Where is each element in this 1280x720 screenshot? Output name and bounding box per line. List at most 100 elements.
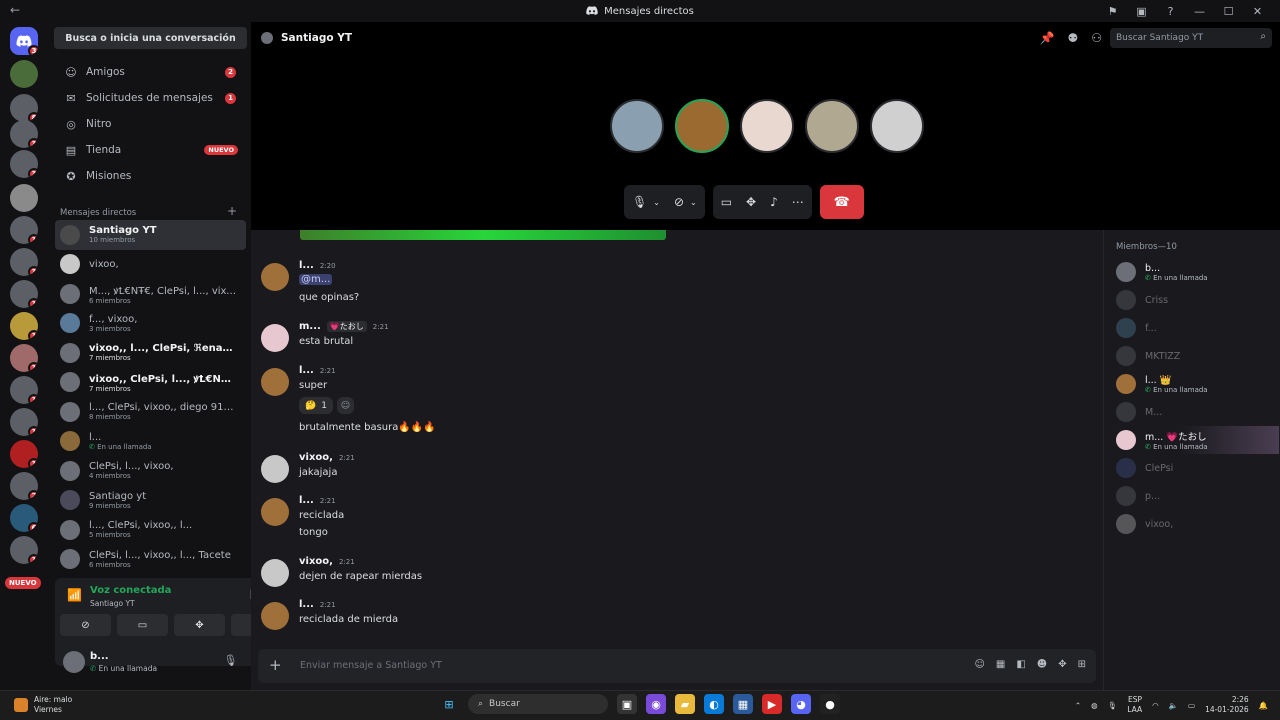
server-icon[interactable]: 1	[10, 216, 38, 244]
add-dm-icon[interactable]: +	[227, 204, 237, 218]
dm-item[interactable]: ClePsi, l..., vixoo,, l..., Tacete 6 miem…	[55, 545, 246, 575]
store-icon[interactable]: ▦	[733, 694, 753, 714]
participant-avatar[interactable]	[675, 99, 729, 153]
message-author[interactable]: vixoo,	[299, 452, 333, 463]
member-item[interactable]: Criss	[1116, 286, 1279, 314]
microphone-icon[interactable]: 🎙	[1108, 701, 1118, 710]
chevron-down-icon[interactable]: ⌄	[653, 198, 660, 207]
gift-icon[interactable]: ☺	[974, 659, 984, 670]
member-item[interactable]: l... 👑 ✆ En una llamada	[1116, 370, 1279, 398]
nav-message-requests[interactable]: ✉ Solicitudes de mensajes 1	[55, 85, 246, 111]
dm-item[interactable]: Santiago YT 10 miembros	[55, 220, 246, 250]
avatar[interactable]	[261, 498, 289, 526]
user-mention[interactable]: @m...	[299, 274, 333, 285]
avatar[interactable]	[261, 602, 289, 630]
server-icon[interactable]: 1	[10, 408, 38, 436]
edge-icon[interactable]: ◐	[704, 694, 724, 714]
member-item[interactable]: vixoo,	[1116, 510, 1279, 538]
back-arrow-icon[interactable]: ←	[10, 3, 20, 17]
nav-friends[interactable]: ☺ Amigos 2	[55, 59, 246, 85]
participant-avatar[interactable]	[610, 99, 664, 153]
microphone-icon[interactable]: 🎙	[632, 195, 647, 209]
clock-time[interactable]: 2:26	[1205, 695, 1249, 705]
message-author[interactable]: vixoo,	[299, 556, 333, 567]
chevron-down-icon[interactable]: ⌄	[690, 198, 697, 207]
member-item[interactable]: f...	[1116, 314, 1279, 342]
present-icon[interactable]: ⊞	[1078, 659, 1086, 670]
help-icon[interactable]: ?	[1156, 2, 1185, 20]
server-icon[interactable]: 2	[10, 472, 38, 500]
notification-bell-icon[interactable]: 🔔	[1259, 701, 1268, 710]
avatar[interactable]	[261, 324, 289, 352]
file-explorer-icon[interactable]: ▰	[675, 694, 695, 714]
voice-channel[interactable]: Santiago YT	[90, 599, 135, 608]
add-attachment-icon[interactable]: +	[269, 656, 282, 674]
member-item[interactable]: m... 💗たおし ✆ En una llamada	[1116, 426, 1279, 454]
server-icon[interactable]: 1	[10, 536, 38, 564]
add-reaction-icon[interactable]: ☺	[336, 397, 354, 414]
member-item[interactable]: M...	[1116, 398, 1279, 426]
dm-item[interactable]: vixoo,, l..., ClePsi, ℜenato, MK...7 mie…	[55, 338, 246, 368]
activities-icon[interactable]: ✥	[746, 195, 756, 209]
wifi-icon[interactable]: ◠	[1152, 701, 1159, 710]
message-author[interactable]: l...	[299, 599, 314, 610]
avatar[interactable]	[261, 368, 289, 396]
more-options-icon[interactable]: ⋯	[792, 195, 804, 209]
participant-avatar[interactable]	[805, 99, 859, 153]
nav-shop[interactable]: ▤ Tienda NUEVO	[55, 137, 246, 163]
conversation-search-button[interactable]: Busca o inicia una conversación	[54, 27, 247, 49]
sticker-icon[interactable]: ◧	[1016, 659, 1025, 670]
member-item[interactable]: b... ✆ En una llamada	[1116, 258, 1279, 286]
screen-share-icon[interactable]: ▭	[721, 195, 732, 209]
pin-icon[interactable]: 📌	[1040, 31, 1055, 45]
message-composer[interactable]: + Enviar mensaje a Santiago YT ☺ ▦ ◧ ☻ ✥…	[258, 649, 1096, 683]
inbox-icon[interactable]: ▣	[1127, 2, 1156, 20]
apps-icon[interactable]: ✥	[1058, 659, 1066, 670]
server-icon[interactable]: 3	[10, 150, 38, 178]
maximize-button[interactable]: ☐	[1214, 2, 1243, 20]
participant-avatar[interactable]	[870, 99, 924, 153]
members-list-icon[interactable]: ⚇	[1091, 31, 1102, 45]
language-indicator[interactable]: ESP	[1127, 695, 1142, 705]
avatar[interactable]	[63, 651, 85, 673]
screen-share-button[interactable]: ▭	[117, 614, 168, 636]
app-icon[interactable]: ●	[820, 694, 840, 714]
server-icon[interactable]: 1	[10, 344, 38, 372]
discord-home-button[interactable]: 3	[10, 27, 38, 55]
avatar[interactable]	[261, 455, 289, 483]
flag-icon[interactable]: ⚑	[1098, 2, 1127, 20]
weather-widget[interactable]: Aire: malo Viernes	[14, 695, 72, 715]
windows-start-icon[interactable]: ⊞	[439, 694, 459, 714]
server-icon[interactable]	[10, 184, 38, 212]
server-icon[interactable]: 8	[10, 94, 38, 122]
message-author[interactable]: l...	[299, 260, 314, 271]
message-author[interactable]: l...	[299, 365, 314, 376]
media-icon[interactable]: ▶	[762, 694, 782, 714]
server-icon[interactable]: 6	[10, 504, 38, 532]
attached-image[interactable]	[300, 230, 666, 240]
dm-item[interactable]: l..., ClePsi, vixoo,, l... 5 miembros	[55, 515, 246, 545]
dm-item[interactable]: ClePsi, l..., vixoo, 4 miembros	[55, 456, 246, 486]
dm-item[interactable]: l..., ClePsi, vixoo,, diego 91o10, ...8 …	[55, 397, 246, 427]
soundboard-icon[interactable]: ♪	[770, 195, 778, 209]
microphone-icon[interactable]: 🎙	[223, 654, 237, 667]
message-author[interactable]: m...	[299, 321, 321, 332]
activities-button[interactable]: ✥	[174, 614, 225, 636]
server-icon[interactable]	[10, 60, 38, 88]
camera-off-icon[interactable]: ⊘	[674, 195, 684, 209]
avatar[interactable]	[261, 559, 289, 587]
end-call-button[interactable]: ☎	[819, 185, 864, 219]
tray-app-icon[interactable]: ◍	[1091, 701, 1098, 710]
server-icon[interactable]: 1	[10, 312, 38, 340]
member-item[interactable]: ClePsi	[1116, 454, 1279, 482]
server-icon[interactable]: 1	[10, 280, 38, 308]
member-item[interactable]: MKTIZZ	[1116, 342, 1279, 370]
server-icon[interactable]: 3	[10, 248, 38, 276]
nav-nitro[interactable]: ◎ Nitro	[55, 111, 246, 137]
dm-item[interactable]: M..., ꝟꝈ€ΝŦ€, ClePsi, l..., vixoo, 6 miem…	[55, 279, 246, 309]
taskbar-search[interactable]: ⌕ Buscar	[468, 694, 608, 714]
discord-taskbar-icon[interactable]: ◕	[791, 694, 811, 714]
avatar[interactable]	[261, 263, 289, 291]
battery-icon[interactable]: ▭	[1188, 701, 1195, 710]
message-author[interactable]: l...	[299, 495, 314, 506]
